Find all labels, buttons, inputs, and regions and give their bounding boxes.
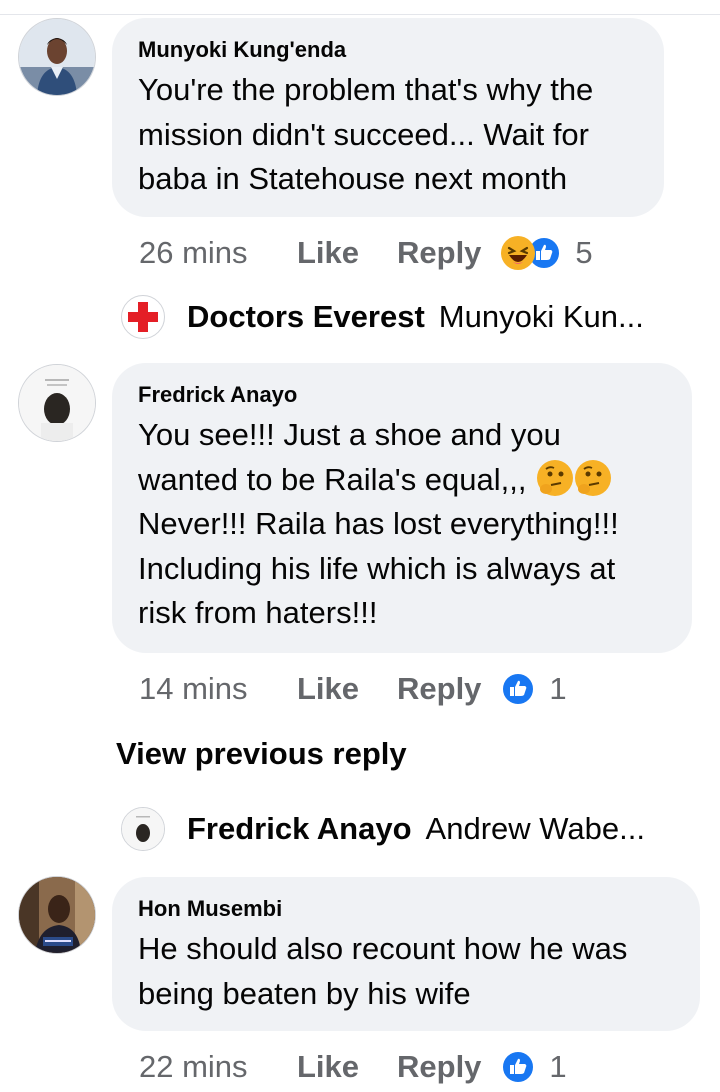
comment-actions: 14 mins Like Reply 1 xyxy=(139,669,567,709)
reply-preview[interactable]: Doctors Everest Munyoki Kun... xyxy=(121,294,644,340)
comment-actions: 22 mins Like Reply 1 xyxy=(139,1047,567,1087)
person-photo-icon xyxy=(122,808,164,850)
like-button[interactable]: Like xyxy=(297,671,397,707)
comment-author[interactable]: Munyoki Kung'enda xyxy=(138,36,638,64)
comment-bubble: Hon Musembi He should also recount how h… xyxy=(112,877,700,1031)
avatar[interactable] xyxy=(18,18,96,96)
person-photo-icon xyxy=(19,19,95,95)
reaction-count: 1 xyxy=(549,1049,567,1084)
reactions-summary[interactable]: 1 xyxy=(501,1049,567,1085)
divider xyxy=(0,14,720,15)
reaction-count: 5 xyxy=(575,235,593,270)
reactions-summary[interactable]: 1 xyxy=(501,671,567,707)
avatar xyxy=(121,807,165,851)
comment-text-line: wanted to be Raila's equal,,, xyxy=(138,461,527,497)
comment-time[interactable]: 14 mins xyxy=(139,671,297,707)
comment-text-line: You see!!! Just a shoe and you xyxy=(138,417,561,452)
thinking-face-emoji xyxy=(575,459,612,496)
person-photo-icon xyxy=(19,365,95,441)
comment-author[interactable]: Fredrick Anayo xyxy=(138,381,666,409)
comment-bubble: Fredrick Anayo You see!!! Just a shoe an… xyxy=(112,363,692,653)
red-cross-avatar xyxy=(121,295,165,339)
red-cross-icon xyxy=(128,302,158,332)
avatar[interactable] xyxy=(18,876,96,954)
reply-author: Fredrick Anayo xyxy=(187,811,412,846)
thinking-face-emoji xyxy=(537,459,574,496)
like-reaction-icon xyxy=(501,1050,536,1084)
reply-snippet: Munyoki Kun... xyxy=(438,299,644,334)
reply-button[interactable]: Reply xyxy=(397,1049,481,1085)
like-button[interactable]: Like xyxy=(297,1049,397,1085)
reactions-summary[interactable]: 5 xyxy=(501,235,593,271)
comment-text: He should also recount how he was being … xyxy=(138,931,628,1011)
comment-author[interactable]: Hon Musembi xyxy=(138,895,674,923)
like-button[interactable]: Like xyxy=(297,235,397,271)
comment-actions: 26 mins Like Reply 5 xyxy=(139,233,593,273)
comment-text-line: Never!!! Raila has lost everything!!! In… xyxy=(138,506,619,630)
reply-author: Doctors Everest xyxy=(187,299,425,334)
reply-button[interactable]: Reply xyxy=(397,671,481,707)
like-reaction-icon xyxy=(501,672,536,706)
reply-snippet: Andrew Wabe... xyxy=(425,811,645,846)
comment-time[interactable]: 22 mins xyxy=(139,1049,297,1085)
comments-thread: Munyoki Kung'enda You're the problem tha… xyxy=(0,0,720,1092)
comment-text: You're the problem that's why the missio… xyxy=(138,72,594,196)
haha-reaction-icon xyxy=(501,236,536,270)
view-previous-reply-link[interactable]: View previous reply xyxy=(116,736,407,772)
comment-bubble: Munyoki Kung'enda You're the problem tha… xyxy=(112,18,664,217)
reaction-count: 1 xyxy=(549,671,567,706)
comment-text: You see!!! Just a shoe and you wanted to… xyxy=(138,413,666,636)
person-photo-icon xyxy=(19,877,95,953)
avatar[interactable] xyxy=(18,364,96,442)
reply-button[interactable]: Reply xyxy=(397,235,481,271)
reply-preview[interactable]: Fredrick Anayo Andrew Wabe... xyxy=(121,806,645,852)
comment-time[interactable]: 26 mins xyxy=(139,235,297,271)
